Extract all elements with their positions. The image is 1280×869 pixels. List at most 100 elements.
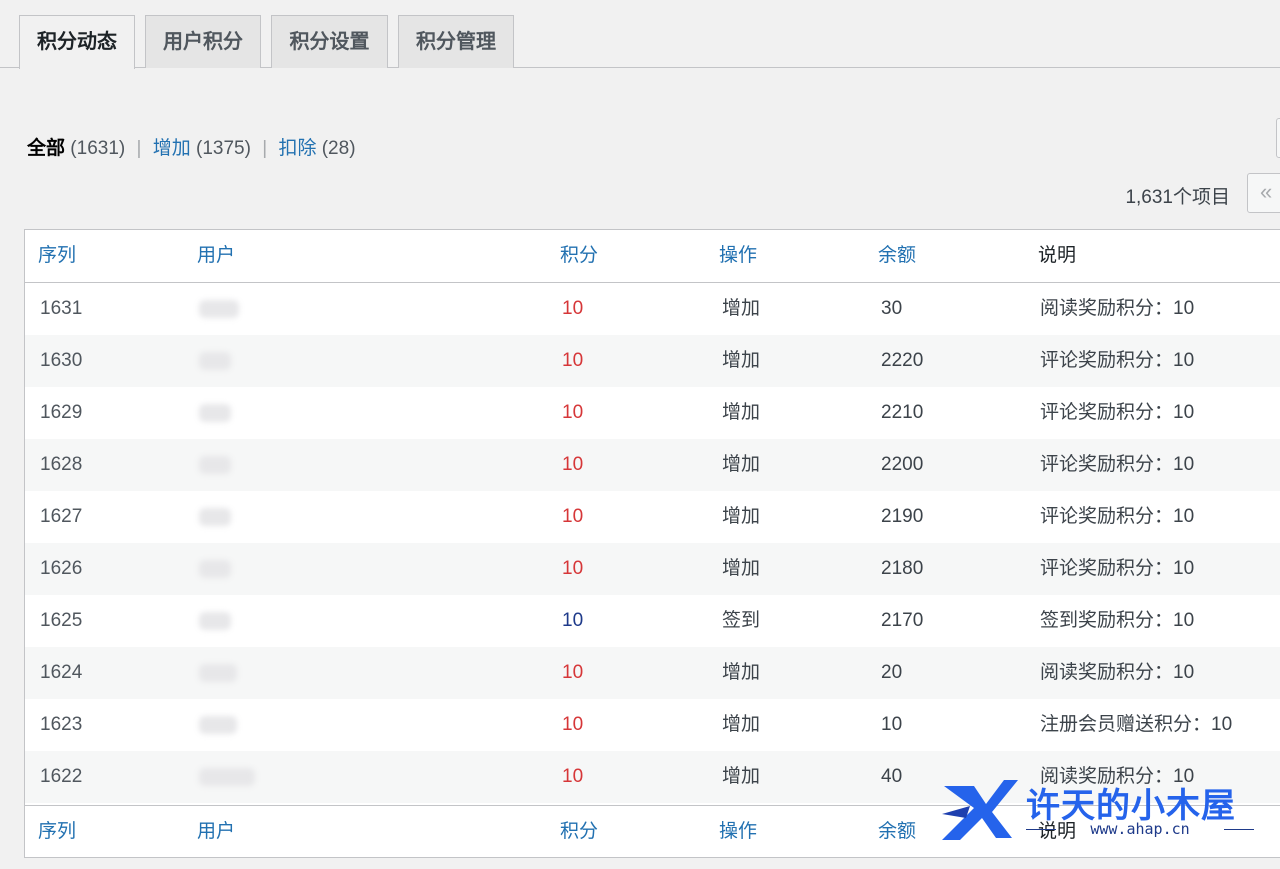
cell-operation: 签到 [722, 610, 761, 631]
cell-operation: 增加 [722, 506, 761, 527]
cell-description: 评论奖励积分：10 [1040, 402, 1195, 423]
cell-balance: 40 [881, 766, 903, 787]
cell-balance: 2180 [881, 558, 924, 579]
watermark-url: www.ahap.cn [1090, 820, 1190, 838]
cell-seq: 1626 [40, 558, 83, 579]
filter-add-count: (1375) [196, 138, 251, 159]
top-right-button-edge[interactable] [1276, 118, 1280, 158]
filter-deduct-count: (28) [321, 138, 356, 159]
filter-separator: | [136, 138, 142, 159]
cell-description: 签到奖励积分：10 [1040, 610, 1195, 631]
cell-points: 10 [562, 662, 584, 683]
cell-user-redacted [199, 716, 237, 734]
column-header-operation[interactable]: 操作 [719, 230, 757, 282]
cell-operation: 增加 [722, 454, 761, 475]
cell-user-redacted [199, 768, 255, 786]
table-row: 1626 10 增加 2180 评论奖励积分：10 [25, 543, 1280, 595]
cell-balance: 2170 [881, 610, 924, 631]
cell-operation: 增加 [722, 298, 761, 319]
column-header-points[interactable]: 积分 [560, 230, 598, 282]
cell-user-redacted [199, 560, 231, 578]
column-header-user[interactable]: 用户 [197, 230, 235, 282]
cell-operation: 增加 [722, 766, 761, 787]
table-row: 1630 10 增加 2220 评论奖励积分：10 [25, 335, 1280, 387]
tab-points-management[interactable]: 积分管理 [398, 15, 514, 68]
cell-operation: 增加 [722, 350, 761, 371]
cell-balance: 20 [881, 662, 903, 683]
table-header-row: 序列 用户 积分 操作 余额 说明 [25, 230, 1280, 283]
table-row: 1629 10 增加 2210 评论奖励积分：10 [25, 387, 1280, 439]
cell-description: 评论奖励积分：10 [1040, 558, 1195, 579]
cell-description: 阅读奖励积分：10 [1040, 662, 1195, 683]
tab-user-points[interactable]: 用户积分 [145, 15, 261, 68]
cell-user-redacted [199, 404, 231, 422]
watermark-logo-icon [942, 780, 1018, 840]
cell-points: 10 [562, 714, 584, 735]
cell-description: 注册会员赠送积分：10 [1040, 714, 1233, 735]
cell-balance: 2200 [881, 454, 924, 475]
tab-points-settings[interactable]: 积分设置 [271, 15, 388, 68]
cell-operation: 增加 [722, 714, 761, 735]
filter-all-count: (1631) [70, 138, 126, 159]
cell-description: 阅读奖励积分：10 [1040, 298, 1195, 319]
cell-user-redacted [199, 352, 231, 370]
cell-description: 评论奖励积分：10 [1040, 350, 1195, 371]
cell-operation: 增加 [722, 662, 761, 683]
filter-all[interactable]: 全部 [27, 138, 65, 159]
table-row: 1625 10 签到 2170 签到奖励积分：10 [25, 595, 1280, 647]
cell-seq: 1628 [40, 454, 83, 475]
cell-points: 10 [562, 402, 584, 423]
table-row: 1624 10 增加 20 阅读奖励积分：10 [25, 647, 1280, 699]
nav-tab-bar: 积分动态 用户积分 积分设置 积分管理 [0, 0, 1280, 69]
table-row: 1627 10 增加 2190 评论奖励积分：10 [25, 491, 1280, 543]
cell-seq: 1622 [40, 766, 83, 787]
cell-seq: 1630 [40, 350, 83, 371]
table-row: 1623 10 增加 10 注册会员赠送积分：10 [25, 699, 1280, 751]
cell-balance: 30 [881, 298, 903, 319]
column-footer-user[interactable]: 用户 [197, 806, 235, 858]
cell-balance: 10 [881, 714, 903, 735]
cell-points: 10 [562, 454, 584, 475]
cell-seq: 1629 [40, 402, 83, 423]
cell-seq: 1625 [40, 610, 83, 631]
cell-user-redacted [199, 300, 239, 318]
cell-balance: 2210 [881, 402, 924, 423]
table-row: 1631 10 增加 30 阅读奖励积分：10 [25, 283, 1280, 335]
column-footer-balance[interactable]: 余额 [878, 806, 916, 858]
cell-points: 10 [562, 506, 584, 527]
cell-user-redacted [199, 456, 231, 474]
cell-points: 10 [562, 298, 584, 319]
cell-seq: 1631 [40, 298, 83, 319]
column-header-description: 说明 [1038, 245, 1077, 266]
cell-points: 10 [562, 350, 584, 371]
filter-add[interactable]: 增加 [153, 138, 191, 159]
watermark-rule-right [1224, 829, 1254, 830]
cell-seq: 1624 [40, 662, 83, 683]
column-header-seq[interactable]: 序列 [38, 230, 76, 282]
column-footer-operation[interactable]: 操作 [719, 806, 757, 858]
cell-operation: 增加 [722, 402, 761, 423]
item-count: 1,631个项目 [1125, 187, 1230, 208]
cell-user-redacted [199, 508, 231, 526]
tab-points-activity[interactable]: 积分动态 [19, 15, 135, 69]
cell-points: 10 [562, 766, 584, 787]
cell-description: 评论奖励积分：10 [1040, 506, 1195, 527]
site-watermark: 许天的小木屋 www.ahap.cn [940, 778, 1270, 844]
cell-points: 10 [562, 558, 584, 579]
cell-points: 10 [562, 610, 584, 631]
filter-deduct[interactable]: 扣除 [278, 138, 316, 159]
column-header-balance[interactable]: 余额 [878, 230, 916, 282]
cell-seq: 1627 [40, 506, 83, 527]
cell-description: 评论奖励积分：10 [1040, 454, 1195, 475]
table-row: 1628 10 增加 2200 评论奖励积分：10 [25, 439, 1280, 491]
cell-user-redacted [199, 612, 231, 630]
column-footer-points[interactable]: 积分 [560, 806, 598, 858]
cell-balance: 2220 [881, 350, 924, 371]
filter-separator: | [262, 138, 268, 159]
cell-seq: 1623 [40, 714, 83, 735]
first-page-button[interactable]: « [1247, 173, 1280, 213]
cell-balance: 2190 [881, 506, 924, 527]
cell-operation: 增加 [722, 558, 761, 579]
points-table: 序列 用户 积分 操作 余额 说明 1631 10 增加 30 阅读奖励积分：1… [24, 229, 1280, 858]
column-footer-seq[interactable]: 序列 [38, 806, 76, 858]
